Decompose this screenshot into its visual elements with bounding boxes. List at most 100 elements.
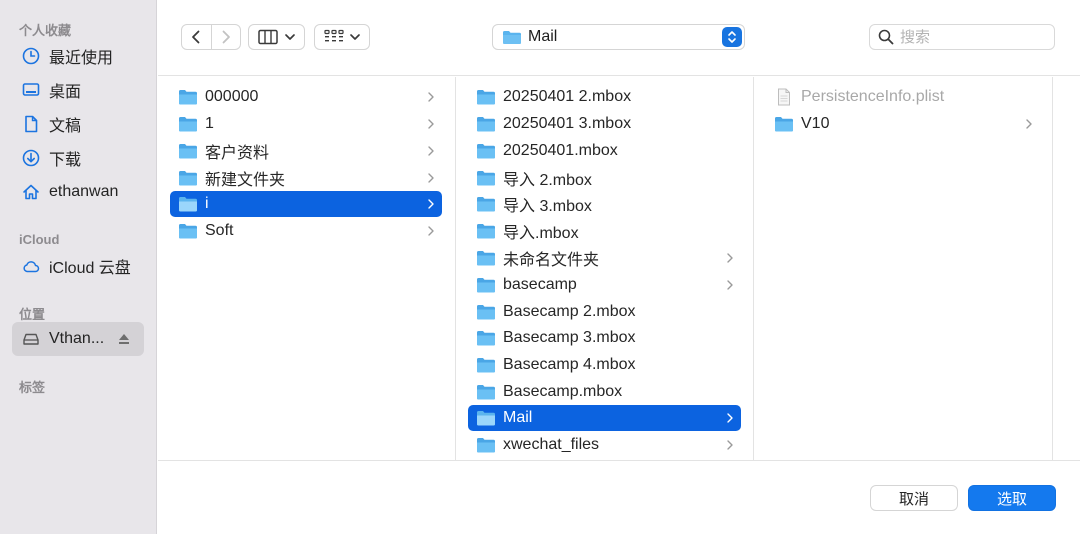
folder-icon <box>477 438 495 453</box>
folder-row[interactable]: Basecamp 2.mbox <box>468 299 741 325</box>
back-button[interactable] <box>182 25 211 49</box>
folder-icon <box>477 90 495 105</box>
plist-file-icon <box>778 88 790 106</box>
chevron-down-icon <box>349 34 360 40</box>
chevron-right-icon <box>428 199 434 209</box>
sidebar-item-icloud-drive[interactable]: iCloud 云盘 <box>12 250 144 282</box>
search-field[interactable] <box>869 24 1055 50</box>
chevron-right-icon <box>727 413 733 423</box>
row-label: Mail <box>503 409 533 426</box>
cloud-icon <box>21 256 41 276</box>
eject-icon[interactable] <box>116 331 132 347</box>
folder-row[interactable]: 20250401 3.mbox <box>468 111 741 137</box>
folder-icon <box>477 278 495 293</box>
row-label: Basecamp 2.mbox <box>503 303 636 320</box>
row-label: 未命名文件夹 <box>503 252 600 269</box>
chevron-right-icon <box>1026 119 1032 129</box>
sidebar-section-locations: 位置 <box>19 307 46 322</box>
folder-icon <box>477 385 495 400</box>
row-label: 导入 3.mbox <box>503 198 592 215</box>
row-label: Basecamp.mbox <box>503 383 623 400</box>
row-label: Soft <box>205 222 234 239</box>
file-row[interactable]: PersistenceInfo.plist <box>766 84 1040 110</box>
folder-row[interactable]: Soft <box>170 218 442 244</box>
folder-row[interactable]: 导入.mbox <box>468 218 741 244</box>
sidebar-item-label: ethanwan <box>49 183 119 200</box>
browser-column-2: 20250401 2.mbox 20250401 3.mbox 20250401… <box>456 77 754 460</box>
sidebar-item-label: 桌面 <box>49 84 82 101</box>
row-label: 20250401.mbox <box>503 142 618 159</box>
location-popup[interactable]: Mail <box>492 24 745 50</box>
row-label: 导入.mbox <box>503 225 579 242</box>
toolbar: Mail <box>158 0 1080 76</box>
drive-icon <box>21 329 41 349</box>
folder-row[interactable]: V10 <box>766 111 1040 137</box>
view-mode-button[interactable] <box>248 24 305 50</box>
folder-row[interactable]: 新建文件夹 <box>170 165 442 191</box>
folder-icon <box>179 197 197 212</box>
folder-row[interactable]: 20250401.mbox <box>468 138 741 164</box>
chevron-right-icon <box>428 119 434 129</box>
sidebar-item-label: 文稿 <box>49 118 82 135</box>
folder-icon <box>503 31 521 44</box>
search-input[interactable] <box>900 28 1050 46</box>
sidebar: 个人收藏 最近使用 桌面 文稿 下载 ethanwan iCloud iClou… <box>0 0 157 534</box>
row-label: 20250401 2.mbox <box>503 88 632 105</box>
desktop-icon <box>21 80 41 100</box>
chevron-right-icon <box>727 280 733 290</box>
location-label: Mail <box>528 28 558 45</box>
folder-row-selected[interactable]: i <box>170 191 442 217</box>
folder-row[interactable]: 导入 2.mbox <box>468 165 741 191</box>
folder-row[interactable]: 1 <box>170 111 442 137</box>
home-icon <box>21 182 41 202</box>
folder-icon <box>477 117 495 132</box>
chevron-right-icon <box>727 440 733 450</box>
folder-icon <box>477 358 495 373</box>
nav-segment <box>181 24 241 50</box>
row-label: 1 <box>205 115 214 132</box>
folder-icon <box>477 251 495 266</box>
folder-row[interactable]: 20250401 2.mbox <box>468 84 741 110</box>
folder-icon <box>477 197 495 212</box>
folder-row[interactable]: 000000 <box>170 84 442 110</box>
choose-button[interactable]: 选取 <box>968 485 1056 511</box>
folder-row[interactable]: 导入 3.mbox <box>468 191 741 217</box>
grid-icon <box>323 29 344 42</box>
folder-row[interactable]: xwechat_files <box>468 432 741 458</box>
folder-icon <box>179 224 197 239</box>
sidebar-item-downloads[interactable]: 下载 <box>12 142 144 174</box>
row-label: 20250401 3.mbox <box>503 115 632 132</box>
row-label: Basecamp 4.mbox <box>503 356 636 373</box>
sidebar-item-label: 最近使用 <box>49 50 114 67</box>
forward-button[interactable] <box>212 25 241 49</box>
sidebar-item-recents[interactable]: 最近使用 <box>12 40 144 72</box>
folder-icon <box>477 144 495 159</box>
row-label: xwechat_files <box>503 436 600 453</box>
folder-icon <box>179 90 197 105</box>
row-label: V10 <box>801 115 830 132</box>
sidebar-item-label: Vthan... <box>49 330 105 347</box>
cancel-button[interactable]: 取消 <box>870 485 958 511</box>
row-label: PersistenceInfo.plist <box>801 88 945 105</box>
folder-row[interactable]: 客户资料 <box>170 138 442 164</box>
folder-row[interactable]: Basecamp 4.mbox <box>468 352 741 378</box>
folder-row[interactable]: 未命名文件夹 <box>468 245 741 271</box>
row-label: 000000 <box>205 88 259 105</box>
sidebar-item-desktop[interactable]: 桌面 <box>12 74 144 106</box>
folder-row[interactable]: Basecamp 3.mbox <box>468 325 741 351</box>
dialog-footer: 取消 选取 <box>158 460 1080 534</box>
folder-icon <box>179 117 197 132</box>
chevron-right-icon <box>428 92 434 102</box>
sidebar-item-home[interactable]: ethanwan <box>12 176 144 208</box>
folder-row[interactable]: Basecamp.mbox <box>468 379 741 405</box>
group-button[interactable] <box>314 24 370 50</box>
download-icon <box>21 148 41 168</box>
folder-row[interactable]: basecamp <box>468 272 741 298</box>
chevron-right-icon <box>428 173 434 183</box>
folder-row-selected[interactable]: Mail <box>468 405 741 431</box>
browser-column-4 <box>1053 77 1080 460</box>
row-label: 导入 2.mbox <box>503 172 592 189</box>
sidebar-item-documents[interactable]: 文稿 <box>12 108 144 140</box>
folder-icon <box>477 331 495 346</box>
sidebar-item-volume[interactable]: Vthan... <box>12 322 144 356</box>
